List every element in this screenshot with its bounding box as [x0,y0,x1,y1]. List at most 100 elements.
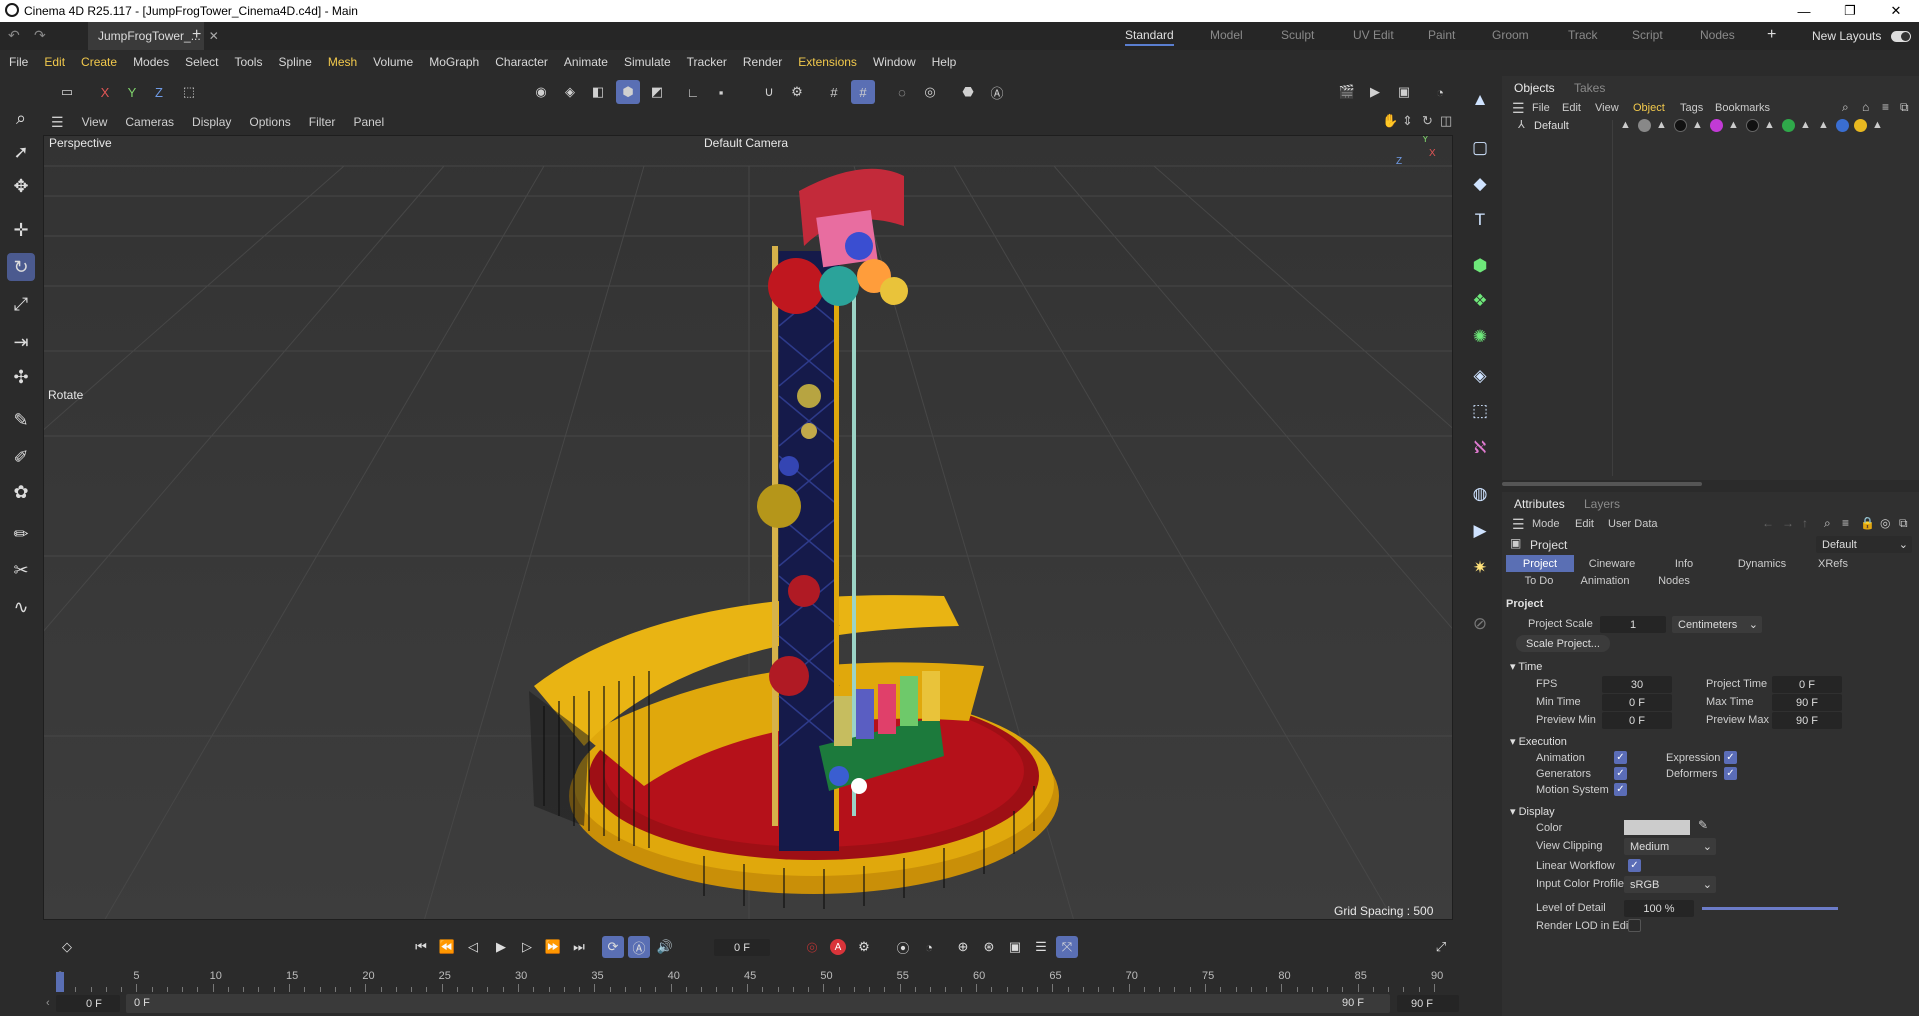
attributes-settings-icon[interactable]: ◎ [1880,516,1890,530]
viewport-menu-view[interactable]: View [73,115,117,129]
key-param-icon[interactable]: ⊛ [978,936,1000,958]
playhead[interactable] [56,972,64,992]
lod-field[interactable]: 100 % [1624,900,1694,917]
redo-icon[interactable]: ↷ [34,27,46,44]
select-tool-icon[interactable]: ➚ [7,138,35,166]
subtab-info[interactable]: Info [1650,555,1718,572]
viewport-menu-panel[interactable]: Panel [344,115,393,129]
menu-mograph[interactable]: MoGraph [421,55,487,69]
previous-frame-icon[interactable]: ◁ [462,936,484,958]
play-icon[interactable]: ▶ [490,936,512,958]
search-icon[interactable]: ⌕ [7,104,35,132]
viewport-layout-icon[interactable]: ◫ [1440,113,1452,129]
light-icon[interactable]: ✷ [1466,554,1494,582]
viewport-pan-icon[interactable]: ✋ [1382,113,1398,129]
phong-tag-icon[interactable]: ▲ [1656,119,1669,132]
material-tag-icon[interactable] [1710,119,1723,132]
fps-field[interactable]: 30 [1602,676,1672,693]
project-time-field[interactable]: 0 F [1772,676,1842,693]
timeline-view-icon[interactable]: ☰ [1030,936,1052,958]
spline-pen-icon[interactable]: ✎ [7,406,35,434]
workplane-icon[interactable]: # [822,80,846,104]
layout-groom[interactable]: Groom [1492,28,1529,42]
objects-menu-view[interactable]: View [1595,102,1619,114]
field-icon[interactable]: ⬚ [1466,397,1494,425]
points-mode-icon[interactable]: ◉ [529,80,553,104]
layout-script[interactable]: Script [1632,28,1663,42]
objects-new-window-icon[interactable]: ⧉ [1900,100,1909,115]
material-tag-icon[interactable] [1782,119,1795,132]
preset-dropdown[interactable]: Default ⌄ [1816,536,1912,553]
go-to-end-icon[interactable]: ⏭ [568,936,590,958]
move-tool-icon[interactable]: ✛ [7,216,35,244]
material-tag-icon[interactable] [1674,119,1687,132]
render-region-icon[interactable]: ⬣ [956,80,980,104]
objects-menu-file[interactable]: File [1532,102,1550,114]
objects-horizontal-scrollbar[interactable] [1502,482,1702,486]
layout-standard[interactable]: Standard [1125,28,1174,46]
view-clipping-dropdown[interactable]: Medium ⌄ [1624,838,1716,855]
material-tag-icon[interactable] [1746,119,1759,132]
phong-tag-icon[interactable]: ▲ [1764,119,1777,132]
polygons-mode-icon[interactable]: ◧ [586,80,610,104]
attributes-search-icon[interactable]: ⌕ [1824,516,1831,531]
render-view-icon[interactable]: 🎬 [1335,80,1359,104]
objects-hamburger-icon[interactable]: ☰ [1512,100,1525,117]
uv-mode-icon[interactable]: ◩ [645,80,669,104]
key-pla-icon[interactable]: ▣ [1004,936,1026,958]
motion-path-icon[interactable]: ⤧ [1056,936,1078,958]
up-arrow-icon[interactable]: ↑ [1802,516,1808,530]
snap-settings-icon[interactable]: ⚙ [785,80,809,104]
subtab-dynamics[interactable]: Dynamics [1722,555,1802,572]
viewport-menu-filter[interactable]: Filter [300,115,345,129]
select-object-icon[interactable]: ▲ [1466,86,1494,114]
attributes-menu-user-data[interactable]: User Data [1608,518,1658,530]
render-picture-viewer-icon[interactable]: ▶ [1363,80,1387,104]
render-active-icon[interactable]: Ⓐ [985,80,1009,104]
tab-takes[interactable]: Takes [1574,81,1605,95]
start-frame-field[interactable]: 0 F [56,995,120,1012]
subtab-to-do[interactable]: To Do [1514,572,1564,589]
new-layouts-toggle[interactable] [1891,31,1911,42]
deformer-icon[interactable]: ◈ [1466,362,1494,390]
environment-icon[interactable]: ◍ [1466,480,1494,508]
layout-paint[interactable]: Paint [1428,28,1455,42]
cube-icon[interactable]: ◆ [1466,170,1494,198]
tab-layers[interactable]: Layers [1584,497,1620,511]
edges-mode-icon[interactable]: ◈ [558,80,582,104]
cloner-icon[interactable]: ❖ [1466,287,1494,315]
document-tab[interactable]: JumpFrogTower_... ✕ [88,22,219,50]
layout-sculpt[interactable]: Sculpt [1281,28,1314,42]
viewport-camera-label[interactable]: Default Camera [704,136,788,150]
back-arrow-icon[interactable]: ← [1762,516,1774,530]
objects-search-icon[interactable]: ⌕ [1842,100,1849,115]
sculpt-tool-icon[interactable]: ∿ [7,593,35,621]
viewport-hamburger-icon[interactable]: ☰ [42,114,73,131]
autokey-icon[interactable]: A [827,936,849,958]
coordinate-system-icon[interactable]: ⬚ [177,80,201,104]
project-scale-field[interactable]: 1 [1600,616,1666,633]
tweak-mode-icon[interactable]: ▪ [709,80,733,104]
transfer-tool-icon[interactable]: ⇥ [7,328,35,356]
section-display[interactable]: ▾ Display [1510,805,1555,818]
menu-select[interactable]: Select [177,55,226,69]
phong-tag-icon[interactable]: ▲ [1800,119,1813,132]
viewport-zoom-icon[interactable]: ⇕ [1402,113,1413,129]
menu-volume[interactable]: Volume [365,55,421,69]
menu-window[interactable]: Window [865,55,924,69]
minimize-button[interactable]: — [1781,0,1827,22]
section-time[interactable]: ▾ Time [1510,660,1542,673]
motion-system-checkbox[interactable]: ✓ [1614,783,1627,796]
next-key-icon[interactable]: ⏩ [542,936,564,958]
attributes-new-window-icon[interactable]: ⧉ [1899,516,1908,531]
project-scale-units-dropdown[interactable]: Centimeters ⌄ [1672,616,1762,633]
menu-create[interactable]: Create [73,55,125,69]
menu-tracker[interactable]: Tracker [679,55,735,69]
object-mode-icon[interactable]: ▭ [55,80,79,104]
min-time-field[interactable]: 0 F [1602,694,1672,711]
tab-attributes[interactable]: Attributes [1514,497,1565,511]
loop-icon[interactable]: ⟳ [602,936,624,958]
objects-menu-bookmarks[interactable]: Bookmarks [1715,102,1770,114]
keyframe-settings-icon[interactable]: ⚙ [853,936,875,958]
spline-sketch-icon[interactable]: ✐ [7,443,35,471]
